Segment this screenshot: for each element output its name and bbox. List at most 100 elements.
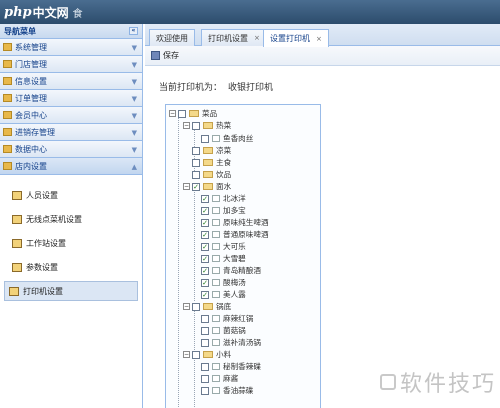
save-icon[interactable] bbox=[151, 51, 160, 60]
collapse-icon[interactable]: − bbox=[183, 183, 190, 190]
collapse-icon[interactable]: − bbox=[169, 110, 176, 117]
chevron-down-icon: ▼ bbox=[131, 44, 137, 52]
menu-group-inventory[interactable]: 进销存管理 ▼ bbox=[0, 124, 142, 141]
logo-php-text: php bbox=[4, 4, 32, 20]
collapse-sidebar-icon[interactable]: « bbox=[129, 27, 138, 35]
tree-checkbox[interactable] bbox=[201, 386, 209, 395]
collapse-icon[interactable]: − bbox=[183, 122, 190, 129]
menu-group-label: 店内设置 bbox=[15, 161, 47, 171]
tree-checkbox[interactable]: ✓ bbox=[201, 242, 209, 251]
tree-checkbox[interactable]: ✓ bbox=[201, 278, 209, 287]
tree-node-label: 美人露 bbox=[223, 290, 246, 299]
tree-node[interactable]: − 小料 bbox=[183, 349, 231, 360]
tree-checkbox[interactable]: ✓ bbox=[201, 290, 209, 299]
submenu-item-workstation[interactable]: 工作站设置 bbox=[8, 233, 138, 253]
tree-node-label: 普通原味啤酒 bbox=[223, 230, 269, 239]
tree-node[interactable]: 鱼香肉丝 bbox=[201, 133, 253, 144]
tree-checkbox[interactable] bbox=[192, 158, 200, 167]
close-icon[interactable]: × bbox=[316, 35, 322, 43]
folder-icon bbox=[203, 147, 213, 154]
file-icon bbox=[212, 327, 220, 334]
tree-checkbox[interactable] bbox=[201, 134, 209, 143]
collapse-icon[interactable]: − bbox=[183, 303, 190, 310]
tree-checkbox[interactable]: ✓ bbox=[201, 266, 209, 275]
tree-node[interactable]: 饮品 bbox=[183, 169, 231, 180]
tree-node[interactable]: 麻辣红锅 bbox=[201, 313, 253, 324]
tree-node[interactable]: − 热菜 bbox=[183, 120, 231, 131]
tree-checkbox[interactable] bbox=[201, 326, 209, 335]
tree-checkbox[interactable]: ✓ bbox=[201, 254, 209, 263]
tree-node[interactable]: ✓ 普通原味啤酒 bbox=[201, 229, 269, 240]
menu-group-label: 数据中心 bbox=[15, 144, 47, 154]
tree-node[interactable]: ✓ 美人露 bbox=[201, 289, 246, 300]
tree-node[interactable]: 秘制香辣碟 bbox=[201, 361, 261, 372]
tree-node[interactable]: ✓ 酸梅汤 bbox=[201, 277, 246, 288]
menu-group-data[interactable]: 数据中心 ▼ bbox=[0, 141, 142, 158]
tab-set-printer[interactable]: 设置打印机 × bbox=[263, 29, 329, 47]
sidebar-header: 导航菜单 « bbox=[0, 24, 142, 39]
menu-category-tree: − 菜品 − 热菜 鱼香肉丝 凉菜 主食 饮品 − ✓ 面水 ✓ 北冰洋 ✓ 加… bbox=[165, 104, 321, 408]
menu-group-label: 会员中心 bbox=[15, 110, 47, 120]
tree-node[interactable]: ✓ 北冰洋 bbox=[201, 193, 246, 204]
current-printer-name: 收银打印机 bbox=[228, 83, 274, 93]
tree-node[interactable]: 凉菜 bbox=[183, 145, 231, 156]
tree-node-label: 热菜 bbox=[216, 121, 232, 130]
tree-node-label: 青岛精酿酒 bbox=[223, 266, 261, 275]
tree-checkbox[interactable] bbox=[192, 121, 200, 130]
menu-group-members[interactable]: 会员中心 ▼ bbox=[0, 107, 142, 124]
tree-checkbox[interactable] bbox=[192, 146, 200, 155]
tree-node-label: 秘制香辣碟 bbox=[223, 362, 261, 371]
tree-node[interactable]: 主食 bbox=[183, 157, 231, 168]
tree-checkbox[interactable] bbox=[178, 109, 186, 118]
menu-group-orders[interactable]: 订单管理 ▼ bbox=[0, 90, 142, 107]
tree-node[interactable]: ✓ 青岛精酿酒 bbox=[201, 265, 261, 276]
tree-checkbox[interactable] bbox=[192, 302, 200, 311]
collapse-icon[interactable]: − bbox=[183, 351, 190, 358]
file-icon bbox=[212, 315, 220, 322]
tree-checkbox[interactable]: ✓ bbox=[201, 194, 209, 203]
close-icon[interactable]: × bbox=[254, 34, 260, 42]
submenu-item-label: 工作站设置 bbox=[26, 238, 66, 248]
submenu-item-printer[interactable]: 打印机设置 bbox=[4, 281, 138, 301]
printer-icon bbox=[9, 286, 19, 296]
tree-checkbox[interactable]: ✓ bbox=[192, 182, 200, 191]
tab-welcome[interactable]: 欢迎使用 bbox=[149, 29, 195, 46]
save-button[interactable]: 保存 bbox=[163, 50, 179, 61]
tree-node-label: 饮品 bbox=[216, 170, 232, 179]
tree-checkbox[interactable] bbox=[201, 338, 209, 347]
submenu-item-parameters[interactable]: 参数设置 bbox=[8, 257, 138, 277]
tree-node[interactable]: ✓ 大雪碧 bbox=[201, 253, 246, 264]
menu-group-system[interactable]: 系统管理 ▼ bbox=[0, 39, 142, 56]
tree-node[interactable]: ✓ 原味纯生啤酒 bbox=[201, 217, 269, 228]
folder-icon bbox=[3, 60, 12, 68]
tree-node[interactable]: − 锅底 bbox=[183, 301, 231, 312]
tree-checkbox[interactable] bbox=[201, 362, 209, 371]
folder-icon bbox=[3, 128, 12, 136]
menu-group-info[interactable]: 信息设置 ▼ bbox=[0, 73, 142, 90]
submenu-item-wireless-ordering[interactable]: 无线点菜机设置 bbox=[8, 209, 138, 229]
submenu-item-staff[interactable]: 人员设置 bbox=[8, 185, 138, 205]
tree-checkbox[interactable] bbox=[192, 350, 200, 359]
file-icon bbox=[212, 219, 220, 226]
submenu-item-label: 打印机设置 bbox=[23, 286, 63, 296]
tree-checkbox[interactable]: ✓ bbox=[201, 206, 209, 215]
menu-group-store[interactable]: 门店管理 ▼ bbox=[0, 56, 142, 73]
app-header: php 中文网 食 bbox=[0, 0, 500, 24]
tree-node[interactable]: − ✓ 面水 bbox=[183, 181, 231, 192]
tree-checkbox[interactable]: ✓ bbox=[201, 218, 209, 227]
tree-node-label: 加多宝 bbox=[223, 206, 246, 215]
tree-root[interactable]: − 菜品 bbox=[169, 108, 217, 119]
tree-node[interactable]: ✓ 大可乐 bbox=[201, 241, 246, 252]
tree-checkbox[interactable] bbox=[201, 314, 209, 323]
tab-printer-settings[interactable]: 打印机设置 × bbox=[201, 29, 267, 46]
tree-checkbox[interactable] bbox=[201, 374, 209, 383]
tree-node[interactable]: 菌菇锅 bbox=[201, 325, 246, 336]
tree-node[interactable]: 香油蒜碟 bbox=[201, 385, 253, 396]
menu-group-in-store-settings[interactable]: 店内设置 ▲ bbox=[0, 158, 142, 175]
tree-checkbox[interactable]: ✓ bbox=[201, 230, 209, 239]
tree-checkbox[interactable] bbox=[192, 170, 200, 179]
tree-node[interactable]: 麻酱 bbox=[201, 373, 238, 384]
tree-node[interactable]: 滋补清汤锅 bbox=[201, 337, 261, 348]
chevron-down-icon: ▼ bbox=[131, 129, 137, 137]
tree-node[interactable]: ✓ 加多宝 bbox=[201, 205, 246, 216]
